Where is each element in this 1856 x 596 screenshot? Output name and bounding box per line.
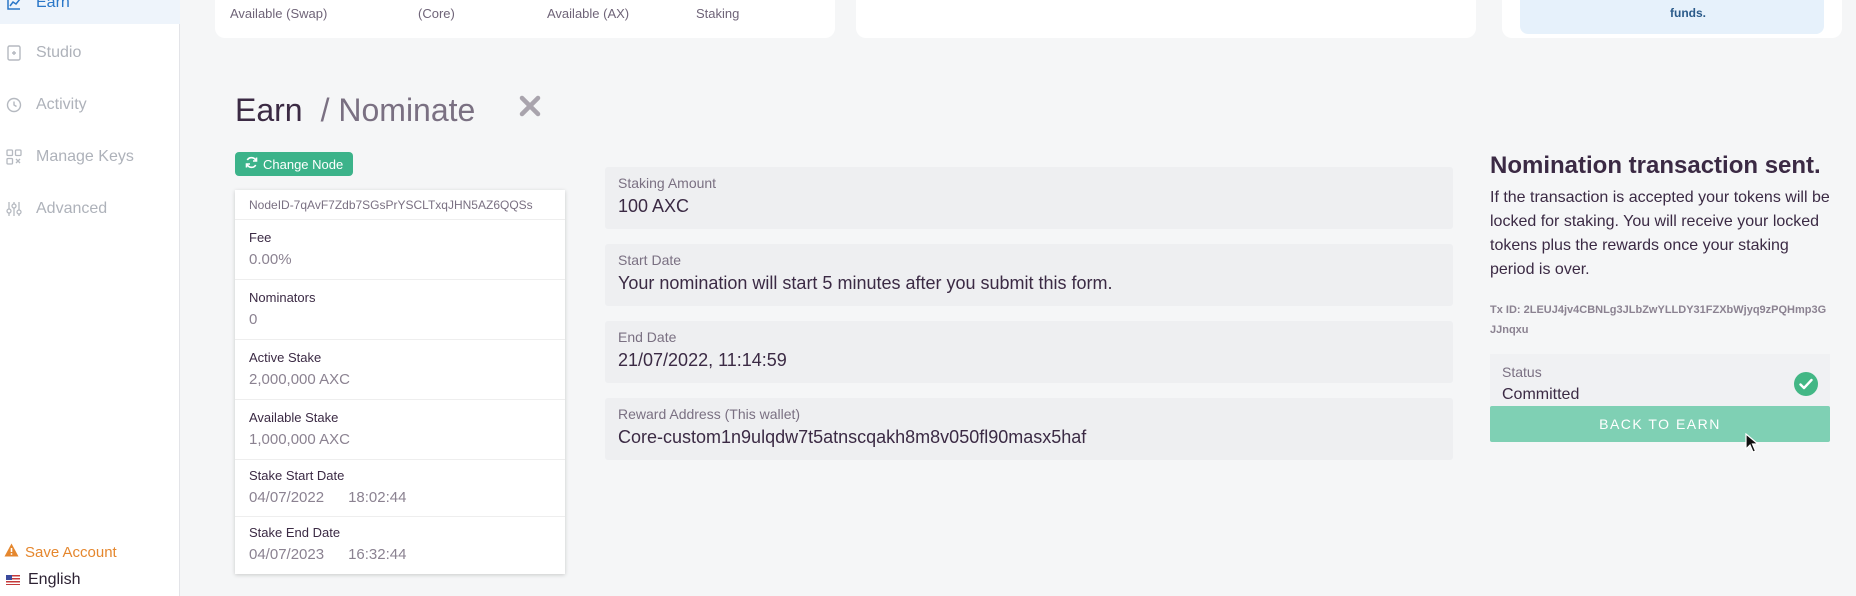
balance-label-swap: Available (Swap): [230, 6, 328, 21]
end-date-label: End Date: [618, 329, 677, 345]
language-label: English: [28, 571, 81, 588]
node-stake-start-row: Stake Start Date 04/07/2022 18:02:44: [235, 460, 565, 517]
sidebar-item-label: Activity: [36, 96, 87, 113]
node-nominators-row: Nominators 0: [235, 280, 565, 340]
staking-amount-label: Staking Amount: [618, 175, 717, 191]
staking-amount-field: Staking Amount 100 AXC: [605, 167, 1453, 229]
page-title-earn: Earn: [235, 92, 303, 128]
back-to-earn-button[interactable]: BACK TO EARN: [1490, 406, 1830, 442]
node-stake-end-date: 04/07/2023: [249, 546, 325, 563]
node-stake-start-label: Stake Start Date: [249, 468, 345, 483]
balance-label-ax: Available (AX): [547, 6, 630, 21]
sidebar-item-activity[interactable]: Activity: [0, 90, 180, 120]
language-selector[interactable]: English: [6, 571, 80, 589]
close-icon: [519, 95, 541, 122]
sliders-icon: [6, 201, 22, 217]
staking-amount-value: 100 AXC: [618, 196, 690, 216]
node-stake-end-value: 04/07/2023 16:32:44: [249, 546, 551, 563]
mouse-cursor-icon: [1745, 432, 1760, 458]
node-available-stake-label: Available Stake: [249, 410, 339, 425]
node-fee-value: 0.00%: [249, 251, 292, 268]
page-title-nominate: / Nominate: [320, 92, 476, 128]
change-node-button[interactable]: Change Node: [235, 152, 354, 176]
node-nominators-label: Nominators: [249, 290, 316, 305]
balance-card: Available (Swap) (Core) Available (AX) S…: [215, 0, 835, 38]
node-stake-start-time: 18:02:44: [348, 489, 407, 506]
reward-address-field: Reward Address (This wallet) Core-custom…: [605, 398, 1453, 460]
info-card: funds.: [1502, 0, 1842, 38]
node-active-stake-row: Active Stake 2,000,000 AXC: [235, 340, 565, 400]
sidebar-item-earn[interactable]: Earn: [0, 0, 180, 18]
start-date-field: Start Date Your nomination will start 5 …: [605, 244, 1453, 306]
page-title: Earn / Nominate: [235, 92, 475, 129]
node-stake-end-time: 16:32:44: [348, 546, 407, 563]
sidebar-item-label: Advanced: [36, 200, 108, 217]
transaction-id: Tx ID: 2LEUJ4jv4CBNLg3JLbZwYLLDY31FZXbWj…: [1490, 304, 1827, 336]
node-fee-row: Fee 0.00%: [235, 220, 565, 280]
change-node-label: Change Node: [263, 156, 344, 172]
sidebar-item-manage-keys[interactable]: Manage Keys: [0, 142, 180, 172]
status-value: Committed: [1502, 386, 1580, 403]
warning-icon: [4, 543, 19, 561]
save-account-label: Save Account: [25, 543, 117, 561]
end-date-field: End Date 21/07/2022, 11:14:59: [605, 321, 1453, 383]
reward-address-label: Reward Address (This wallet): [618, 406, 801, 422]
balance-label-core: (Core): [418, 6, 455, 21]
sidebar-item-label: Manage Keys: [36, 148, 134, 165]
status-label: Status: [1502, 364, 1542, 380]
sidebar: Earn Studio Activity Manage Keys Advance…: [0, 0, 180, 596]
node-active-stake-value: 2,000,000 AXC: [249, 371, 350, 388]
start-date-value: Your nomination will start 5 minutes aft…: [618, 273, 1113, 293]
info-box: funds.: [1520, 0, 1824, 34]
result-description: If the transaction is accepted your toke…: [1490, 189, 1830, 278]
node-stake-start-value: 04/07/2022 18:02:44: [249, 489, 551, 506]
refresh-icon: [245, 156, 258, 172]
end-date-value: 21/07/2022, 11:14:59: [618, 350, 787, 370]
check-icon: [1794, 372, 1818, 396]
sidebar-item-advanced[interactable]: Advanced: [0, 194, 180, 224]
result-panel: Nomination transaction sent. If the tran…: [1490, 152, 1830, 442]
node-info-card: NodeID-7qAvF7Zdb7SGsPrYSCLTxqJHN5AZ6QQSs…: [235, 190, 565, 574]
clock-icon: [6, 97, 22, 113]
node-active-stake-label: Active Stake: [249, 350, 322, 365]
save-account-link[interactable]: Save Account: [4, 543, 117, 561]
address-card: [856, 0, 1476, 38]
us-flag-icon: [6, 575, 20, 585]
sidebar-item-label: Studio: [36, 44, 82, 61]
result-title: Nomination transaction sent.: [1490, 152, 1821, 179]
start-date-label: Start Date: [618, 252, 682, 268]
close-button[interactable]: [516, 94, 544, 122]
node-stake-end-row: Stake End Date 04/07/2023 16:32:44: [235, 517, 565, 574]
node-fee-label: Fee: [249, 230, 272, 245]
node-available-stake-row: Available Stake 1,000,000 AXC: [235, 400, 565, 460]
status-box: Status Committed: [1490, 354, 1830, 412]
node-stake-end-label: Stake End Date: [249, 525, 341, 540]
node-available-stake-value: 1,000,000 AXC: [249, 431, 350, 448]
node-stake-start-date: 04/07/2022: [249, 489, 325, 506]
balance-label-staking: Staking: [696, 6, 740, 21]
info-text: funds.: [1670, 6, 1706, 20]
sidebar-item-studio[interactable]: Studio: [0, 38, 180, 68]
node-id: NodeID-7qAvF7Zdb7SGsPrYSCLTxqJHN5AZ6QQSs: [235, 190, 565, 220]
chart-line-icon: [6, 0, 22, 11]
sidebar-item-label: Earn: [36, 0, 70, 11]
reward-address-value: Core-custom1n9ulqdw7t5atnscqakh8m8v050fl…: [618, 427, 1087, 447]
key-grid-icon: [6, 149, 22, 165]
document-icon: [6, 45, 22, 61]
node-nominators-value: 0: [249, 311, 258, 328]
